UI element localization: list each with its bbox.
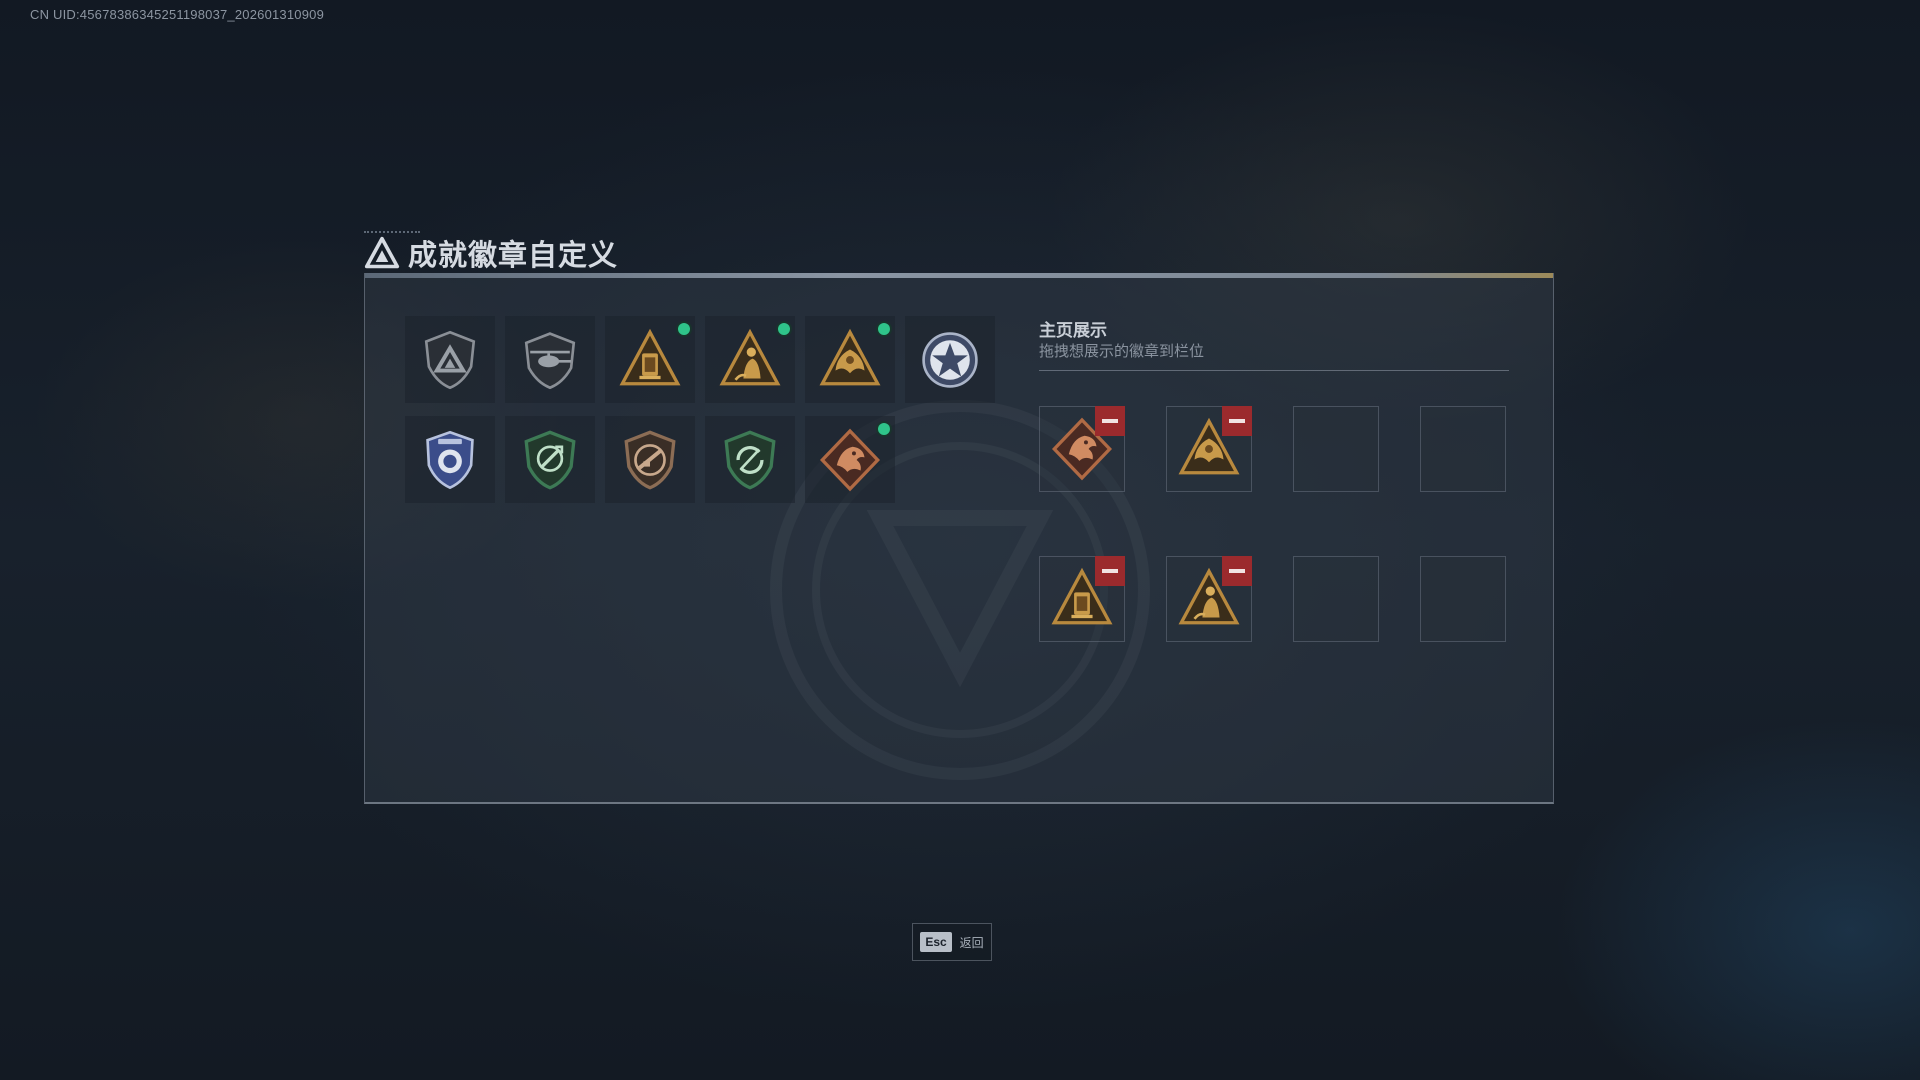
gold-lantern-triangle-badge-icon [619,328,681,385]
gold-figure-triangle-badge-icon [719,328,781,385]
owned-badge-cell[interactable] [805,316,895,403]
display-slot[interactable] [1293,406,1379,492]
new-indicator-dot [878,323,890,335]
owned-badge-cell[interactable] [405,416,495,503]
owned-badge-cell[interactable] [605,416,695,503]
page-title: 成就徽章自定义 [408,238,619,272]
display-slot[interactable] [1420,556,1506,642]
minus-icon [1229,419,1245,423]
green-rotate-shield-badge-icon [724,430,776,489]
minus-icon [1229,569,1245,573]
remove-badge-button[interactable] [1222,556,1252,586]
remove-badge-button[interactable] [1095,406,1125,436]
screen: CN UID:4567838634525119803​7_20260131090… [0,0,1920,1080]
display-slot[interactable] [1039,406,1125,492]
remove-badge-button[interactable] [1095,556,1125,586]
owned-badge-grid [405,316,995,503]
back-button[interactable]: Esc 返回 [912,923,992,961]
display-title: 主页展示 [1039,321,1107,341]
new-indicator-dot [678,323,690,335]
shield-triangle-badge-icon [424,330,476,389]
display-slot[interactable] [1039,556,1125,642]
esc-key-hint: Esc [920,932,952,952]
new-indicator-dot [778,323,790,335]
owned-badge-cell[interactable] [705,316,795,403]
display-divider [1039,370,1509,371]
minus-icon [1102,569,1118,573]
gold-phoenix-triangle-badge-icon [819,328,881,385]
display-slot[interactable] [1166,406,1252,492]
remove-badge-button[interactable] [1222,406,1252,436]
display-slot[interactable] [1166,556,1252,642]
owned-badge-cell[interactable] [905,316,995,403]
red-dragon-diamond-badge-icon [819,428,881,491]
owned-badge-cell[interactable] [805,416,895,503]
display-slot[interactable] [1420,406,1506,492]
page-header: 成就徽章自定义 [364,230,618,276]
display-subtitle: 拖拽想展示的徽章到栏位 [1039,342,1205,360]
star-seal-badge-icon [922,331,978,388]
bronze-rifle-shield-badge-icon [624,430,676,489]
back-label: 返回 [959,935,984,950]
user-id-label: CN UID:4567838634525119803​7_20260131090… [30,7,325,22]
green-crosshair-shield-badge-icon [524,430,576,489]
new-indicator-dot [878,423,890,435]
panel-top-border [365,273,1553,278]
owned-badge-cell[interactable] [505,416,595,503]
police-shield-badge-icon [426,430,474,489]
homepage-display-section: 主页展示 拖拽想展示的徽章到栏位 [1039,316,1509,642]
display-slot-grid [1039,406,1506,642]
display-slot[interactable] [1293,556,1379,642]
owned-badge-cell[interactable] [605,316,695,403]
badge-customization-panel: 主页展示 拖拽想展示的徽章到栏位 [364,273,1554,804]
helicopter-shield-badge-icon [524,331,576,389]
owned-badge-cell[interactable] [405,316,495,403]
triangle-emblem-icon [364,236,400,269]
minus-icon [1102,419,1118,423]
owned-badge-cell[interactable] [505,316,595,403]
owned-badge-cell[interactable] [705,416,795,503]
